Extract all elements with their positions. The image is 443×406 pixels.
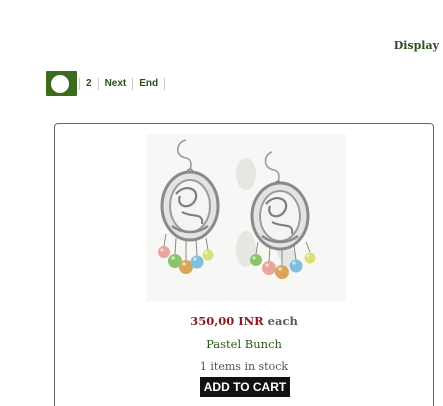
page-link-2[interactable]: 2 [82,78,96,89]
pastel-earrings-photo[interactable] [146,134,346,302]
product-name[interactable]: Pastel Bunch [55,337,433,351]
add-to-cart-button[interactable]: ADD TO CART [200,377,290,397]
product-card: 350,00 INR each Pastel Bunch 1 items in … [54,123,434,406]
product-price: 350,00 INR each [55,314,433,328]
display-label: Display [393,39,439,52]
pagination: 2 Next End [46,71,167,96]
pagination-divider [97,77,99,90]
stock-status: 1 items in stock [199,360,289,373]
price-suffix: each [267,314,298,328]
pagination-divider [164,77,166,90]
page: Display 2 Next End 350,00 INR each Paste… [0,0,443,406]
price-value: 350,00 INR [190,314,264,328]
pagination-divider [79,77,80,90]
current-page-circle-icon [51,75,69,93]
current-page-indicator[interactable] [46,71,77,96]
end-page-link[interactable]: End [135,78,162,89]
pagination-divider [132,77,134,90]
next-page-link[interactable]: Next [101,78,131,89]
